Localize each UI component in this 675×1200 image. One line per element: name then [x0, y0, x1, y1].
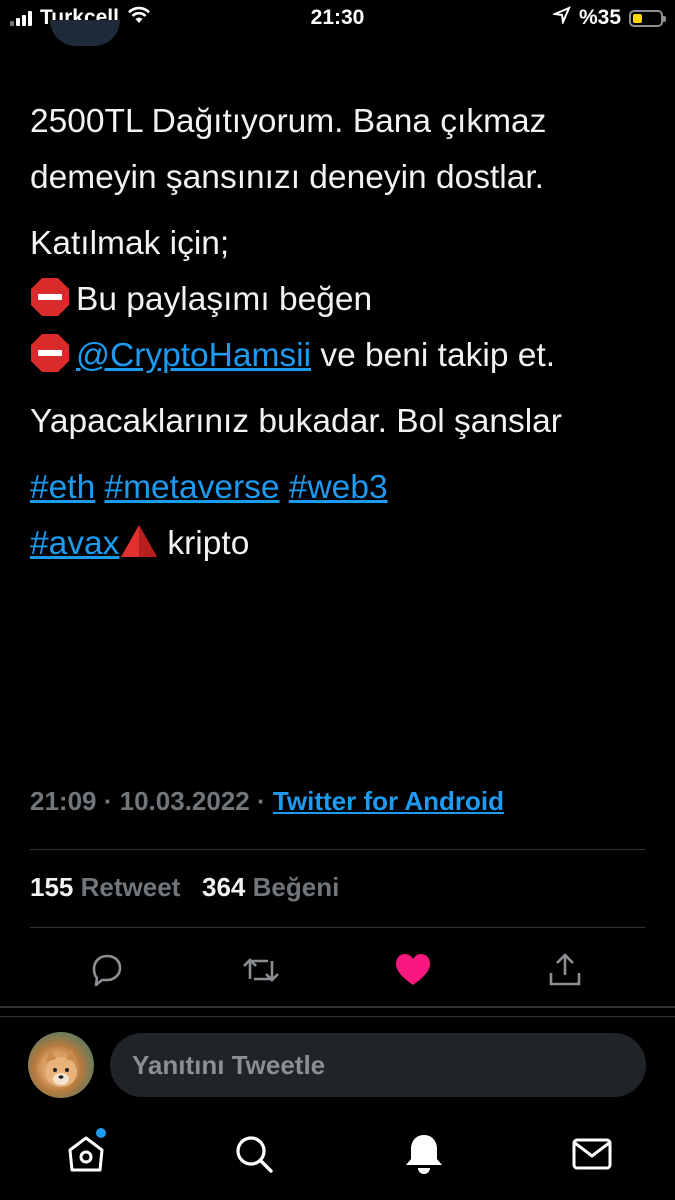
tail-word: kripto — [167, 525, 250, 562]
messages-icon — [572, 1138, 612, 1170]
reply-icon — [92, 954, 122, 987]
nav-home[interactable] — [62, 1128, 110, 1178]
like-button[interactable] — [388, 945, 438, 995]
retweet-stat[interactable]: 155 Retweet — [30, 872, 188, 902]
like-count: 364 — [202, 872, 246, 902]
tweet-source-link[interactable]: Twitter for Android — [273, 786, 504, 816]
red-triangle-emoji — [121, 525, 158, 557]
tweet-time: 21:09 — [30, 786, 97, 816]
tweet-line-2: Katılmak için; — [30, 225, 230, 262]
share-button[interactable] — [540, 945, 590, 995]
tweet-paragraph-2: Katılmak için; Bu paylaşımı beğen @Crypt… — [30, 216, 650, 384]
hashtag-metaverse[interactable]: #metaverse — [105, 469, 280, 506]
stop-sign-emoji — [31, 278, 69, 316]
retweet-count: 155 — [30, 872, 74, 902]
tweet-date: 10.03.2022 — [119, 786, 250, 816]
hashtag-eth[interactable]: #eth — [30, 469, 95, 506]
tweet-line-1: 2500TL Dağıtıyorum. Bana çıkmaz demeyin … — [30, 103, 547, 196]
retweet-icon — [243, 958, 279, 982]
share-icon — [549, 953, 581, 986]
reply-input[interactable]: Yanıtını Tweetle — [110, 1033, 646, 1097]
hashtag-web3[interactable]: #web3 — [289, 469, 388, 506]
home-notification-dot — [96, 1128, 106, 1138]
nav-notifications[interactable] — [400, 1130, 448, 1178]
battery-icon — [629, 9, 666, 27]
meta-separator: · — [103, 786, 113, 816]
retweet-button[interactable] — [236, 945, 286, 995]
tweet-meta: 21:09 · 10.03.2022 · Twitter for Android — [30, 786, 504, 817]
bottom-nav — [0, 1120, 675, 1200]
nav-messages[interactable] — [568, 1130, 616, 1178]
author-avatar[interactable] — [50, 20, 120, 46]
home-icon — [68, 1136, 104, 1172]
reply-button[interactable] — [82, 945, 132, 995]
tweet-actions — [0, 945, 675, 995]
tweet-text: 2500TL Dağıtıyorum. Bana çıkmaz demeyin … — [30, 94, 650, 582]
meta-separator: · — [257, 786, 266, 816]
tweet-stats: 155 Retweet 364 Beğeni — [30, 872, 339, 903]
hashtag-avax[interactable]: #avax — [30, 525, 119, 562]
like-stat[interactable]: 364 Beğeni — [202, 872, 339, 902]
retweet-label: Retweet — [80, 872, 181, 902]
tweet-line-3: Bu paylaşımı beğen — [76, 281, 373, 318]
location-arrow-icon — [551, 6, 571, 30]
like-icon — [396, 954, 430, 985]
mention-link[interactable]: @CryptoHamsii — [76, 337, 311, 374]
divider — [30, 927, 645, 928]
nav-search[interactable] — [230, 1130, 278, 1178]
divider — [0, 1006, 675, 1008]
user-avatar[interactable] — [28, 1032, 94, 1098]
search-icon — [236, 1136, 273, 1173]
tweet-line-4: ve beni takip et. — [311, 337, 556, 374]
notifications-icon — [406, 1135, 442, 1174]
dog-avatar-image — [45, 1048, 77, 1087]
divider — [30, 849, 645, 850]
tweet-line-5: Yapacaklarınız bukadar. Bol şanslar — [30, 403, 562, 440]
stop-sign-emoji — [31, 334, 69, 372]
battery-percent: %35 — [578, 6, 621, 29]
tweet-hashtags: #eth #metaverse #web3 #avax kripto — [30, 460, 650, 572]
like-label: Beğeni — [252, 872, 340, 902]
divider — [0, 1016, 675, 1017]
